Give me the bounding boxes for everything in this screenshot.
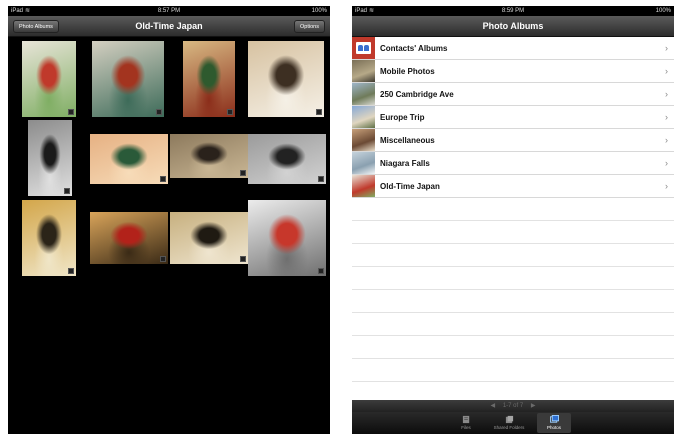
album-label: Old-Time Japan bbox=[380, 182, 440, 191]
photo-thumbnail[interactable] bbox=[248, 41, 324, 117]
chevron-right-icon: › bbox=[665, 135, 668, 145]
album-row[interactable]: Miscellaneous › bbox=[352, 129, 674, 152]
empty-row bbox=[352, 198, 674, 221]
pager: ◀ 1-7 of 7 ▶ bbox=[352, 400, 674, 412]
photo-thumbnail[interactable] bbox=[90, 134, 168, 184]
navigation-bar: Photo Albums Old-Time Japan Options bbox=[8, 16, 330, 37]
album-label: Mobile Photos bbox=[380, 67, 435, 76]
tab-label: Photos bbox=[546, 425, 561, 430]
status-bar: iPad ≋ 8:59 PM 100% bbox=[352, 6, 674, 16]
photo-thumbnail[interactable] bbox=[22, 200, 76, 276]
photo-thumbnail[interactable] bbox=[90, 212, 168, 264]
page-title: Old-Time Japan bbox=[135, 21, 203, 31]
chevron-right-icon: › bbox=[665, 158, 668, 168]
right-ipad-screen: iPad ≋ 8:59 PM 100% Photo Albums Contacts… bbox=[352, 6, 674, 434]
photo-badge-icon bbox=[160, 256, 166, 262]
files-icon bbox=[462, 415, 471, 424]
photo-thumbnail[interactable] bbox=[170, 134, 248, 178]
tab-shared-folders[interactable]: Shared Folders bbox=[492, 413, 526, 433]
empty-row bbox=[352, 267, 674, 290]
photo-badge-icon bbox=[316, 109, 322, 115]
album-row[interactable]: Mobile Photos › bbox=[352, 60, 674, 83]
photo-badge-icon bbox=[227, 109, 233, 115]
shared-folders-icon bbox=[505, 415, 514, 424]
album-thumbnail bbox=[352, 152, 375, 174]
battery-indicator: 100% bbox=[311, 8, 327, 14]
tab-bar: Files Shared Folders Photos bbox=[352, 412, 674, 434]
empty-row bbox=[352, 244, 674, 267]
photos-icon bbox=[549, 415, 559, 424]
empty-row bbox=[352, 290, 674, 313]
album-label: Europe Trip bbox=[380, 113, 425, 122]
album-label: Niagara Falls bbox=[380, 159, 430, 168]
photo-thumbnail[interactable] bbox=[248, 134, 326, 184]
photo-badge-icon bbox=[318, 268, 324, 274]
clock: 8:59 PM bbox=[501, 8, 525, 14]
photo-badge-icon bbox=[68, 268, 74, 274]
chevron-right-icon: › bbox=[665, 112, 668, 122]
photo-badge-icon bbox=[64, 188, 70, 194]
photo-thumbnail[interactable] bbox=[28, 120, 72, 196]
album-row[interactable]: Niagara Falls › bbox=[352, 152, 674, 175]
album-thumbnail bbox=[352, 106, 375, 128]
empty-row bbox=[352, 221, 674, 244]
photo-badge-icon bbox=[318, 176, 324, 182]
photo-thumbnail[interactable] bbox=[183, 41, 235, 117]
tab-files[interactable]: Files bbox=[449, 413, 483, 433]
empty-row bbox=[352, 359, 674, 382]
chevron-right-icon: › bbox=[665, 181, 668, 191]
photo-badge-icon bbox=[240, 256, 246, 262]
photo-thumbnail[interactable] bbox=[22, 41, 76, 117]
photo-thumbnail[interactable] bbox=[248, 200, 326, 276]
next-page-icon[interactable]: ▶ bbox=[531, 403, 536, 409]
tab-label: Files bbox=[461, 425, 471, 430]
page-indicator: 1-7 of 7 bbox=[502, 403, 524, 409]
album-label: Contacts' Albums bbox=[380, 44, 448, 53]
photo-thumbnail[interactable] bbox=[170, 212, 248, 264]
navigation-bar: Photo Albums bbox=[352, 16, 674, 37]
album-list: Contacts' Albums › Mobile Photos › 250 Cambr… bbox=[352, 37, 674, 405]
options-button[interactable]: Options bbox=[294, 20, 325, 33]
chevron-right-icon: › bbox=[665, 66, 668, 76]
album-thumbnail bbox=[352, 60, 375, 82]
status-bar: iPad ≋ 8:57 PM 100% bbox=[8, 6, 330, 16]
chevron-right-icon: › bbox=[665, 89, 668, 99]
empty-row bbox=[352, 313, 674, 336]
album-row[interactable]: Europe Trip › bbox=[352, 106, 674, 129]
album-row[interactable]: 250 Cambridge Ave › bbox=[352, 83, 674, 106]
photo-badge-icon bbox=[160, 176, 166, 182]
photo-badge-icon bbox=[68, 109, 74, 115]
album-row[interactable]: Contacts' Albums › bbox=[352, 37, 674, 60]
album-thumbnail bbox=[352, 83, 375, 105]
page-title: Photo Albums bbox=[482, 21, 544, 31]
tab-photos[interactable]: Photos bbox=[537, 413, 571, 433]
photo-badge-icon bbox=[240, 170, 246, 176]
photo-thumbnail[interactable] bbox=[92, 41, 164, 117]
album-thumbnail bbox=[352, 175, 375, 197]
album-label: 250 Cambridge Ave bbox=[380, 90, 454, 99]
album-thumbnail bbox=[352, 129, 375, 151]
photo-grid bbox=[8, 37, 330, 434]
chevron-right-icon: › bbox=[665, 43, 668, 53]
left-ipad-screen: iPad ≋ 8:57 PM 100% Photo Albums Old-Time… bbox=[8, 6, 330, 434]
contacts-album-icon bbox=[352, 37, 375, 59]
album-row[interactable]: Old-Time Japan › bbox=[352, 175, 674, 198]
empty-row bbox=[352, 336, 674, 359]
album-label: Miscellaneous bbox=[380, 136, 435, 145]
tab-label: Shared Folders bbox=[493, 425, 525, 430]
clock: 8:57 PM bbox=[157, 8, 181, 14]
battery-indicator: 100% bbox=[655, 8, 671, 14]
photo-badge-icon bbox=[156, 109, 162, 115]
prev-page-icon[interactable]: ◀ bbox=[491, 403, 496, 409]
